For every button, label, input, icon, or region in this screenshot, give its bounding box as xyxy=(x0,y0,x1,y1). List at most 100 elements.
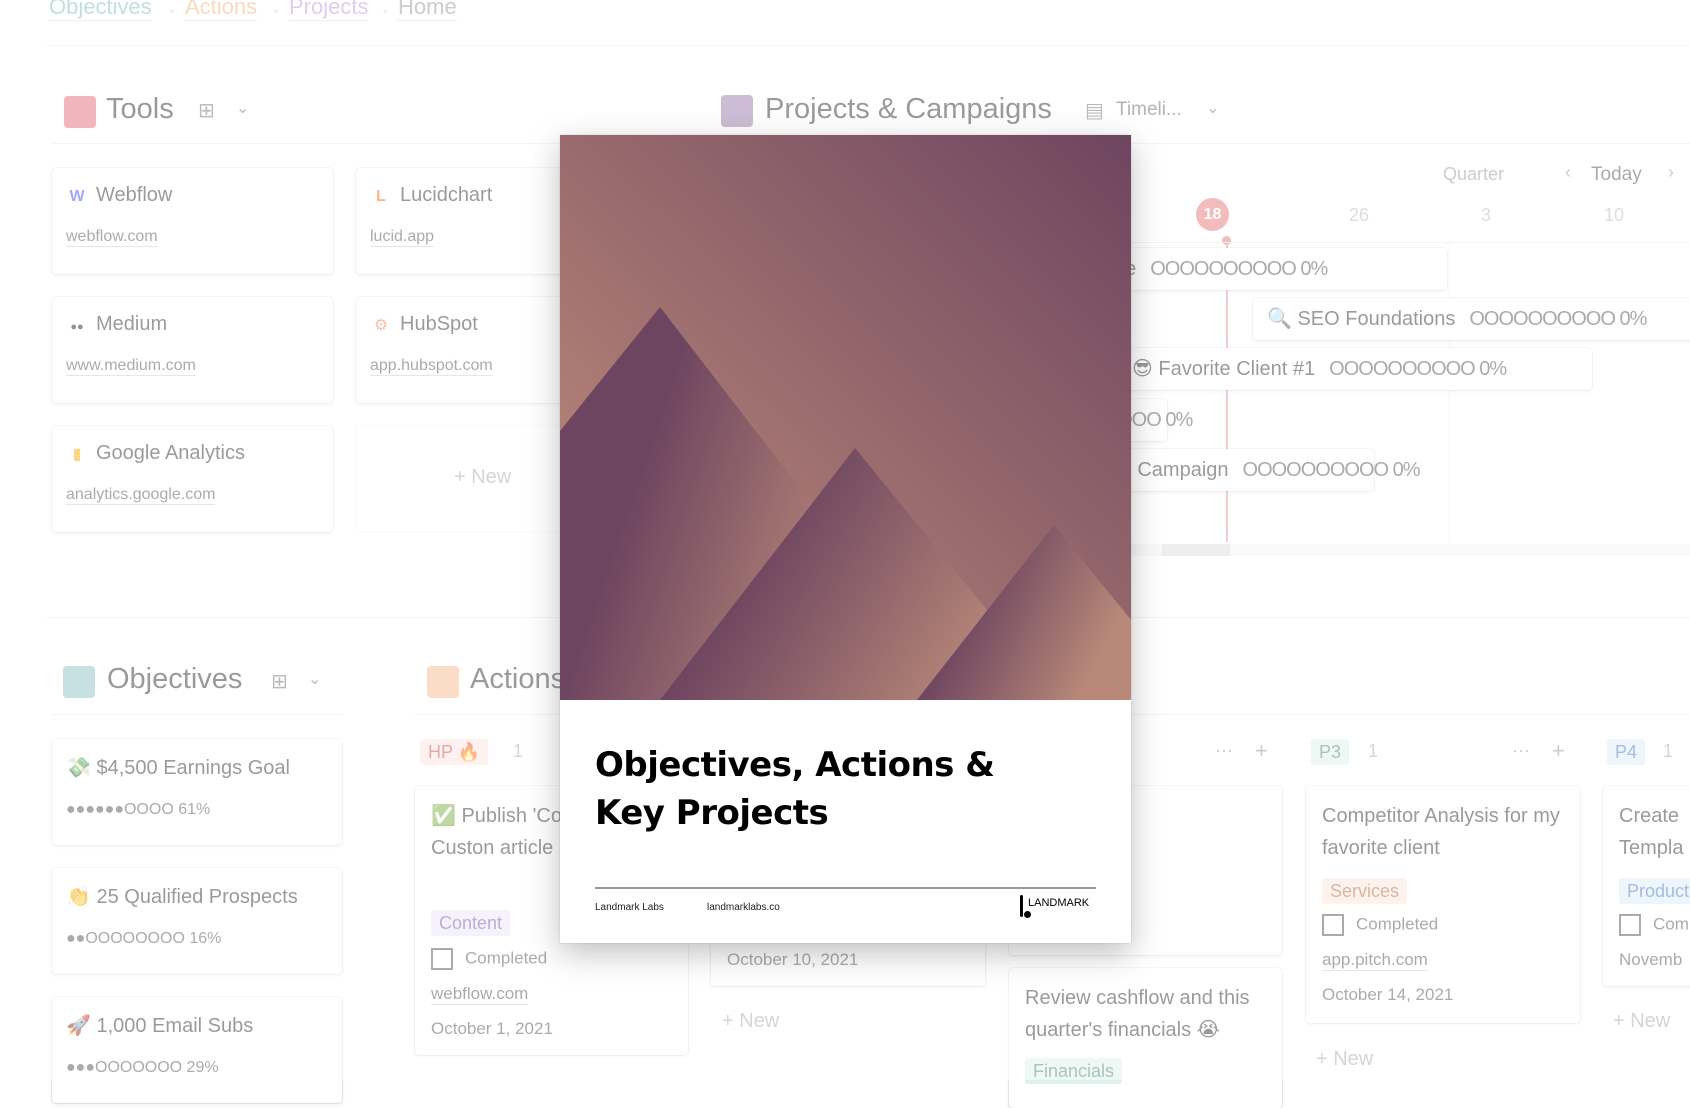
rocket-icon: 🚀 xyxy=(66,1015,91,1037)
grid-line xyxy=(1449,242,1450,542)
clap-icon: 👏 xyxy=(66,886,91,908)
column-count: 1 xyxy=(1663,741,1674,761)
column-count: 1 xyxy=(1368,741,1379,761)
action-title: Review cashflow and this quarter's finan… xyxy=(1025,987,1250,1041)
chevron-down-icon[interactable]: ⌄ xyxy=(1206,98,1219,118)
timeline-bar[interactable]: 🔍 SEO Foundations OOOOOOOOOO 0% xyxy=(1253,298,1690,340)
bar-progress: OOOOOOOOOO 0% xyxy=(1329,358,1507,380)
new-card-button[interactable]: + New xyxy=(722,1010,779,1033)
completed-label: Completed xyxy=(1356,914,1439,934)
action-url[interactable]: app.pitch.com xyxy=(1322,950,1428,971)
tool-card-google-analytics[interactable]: ▮ Google Analytics analytics.google.com xyxy=(52,426,333,532)
view-selector[interactable]: Timeli... xyxy=(1116,99,1182,121)
mountain-illustration xyxy=(560,135,1131,700)
category-tag: Content xyxy=(431,910,511,936)
bar-progress: OOOOOOOOOO 0% xyxy=(1150,258,1328,280)
tool-card-webflow[interactable]: W Webflow webflow.com xyxy=(52,168,333,274)
today-date-marker: 18 xyxy=(1196,198,1229,231)
prev-icon[interactable]: ‹ xyxy=(1565,162,1571,183)
tool-url[interactable]: webflow.com xyxy=(66,228,158,247)
date-label: 3 xyxy=(1481,205,1492,225)
priority-tag-p3: P3 xyxy=(1311,739,1350,765)
action-title: Competitor Analysis for my favorite clie… xyxy=(1322,805,1560,859)
objective-progress: ●●●OOOOOOO 29% xyxy=(66,1059,219,1076)
column-menu-icon[interactable]: ··· xyxy=(1512,740,1530,761)
priority-tag-hp: HP 🔥 xyxy=(420,739,489,765)
action-url[interactable]: webflow.com xyxy=(431,984,529,1005)
action-date: Novemb xyxy=(1619,950,1683,969)
horizontal-scrollbar[interactable] xyxy=(1131,544,1690,556)
breadcrumb-separator: ◦ xyxy=(170,4,175,18)
hubspot-icon: ⚙ xyxy=(373,317,389,334)
objective-card[interactable]: 💸 $4,500 Earnings Goal ●●●●●●OOOO 61% xyxy=(52,739,342,845)
gallery-view-icon[interactable]: ⊞ xyxy=(198,98,215,123)
action-date: October 1, 2021 xyxy=(431,1019,553,1038)
objective-name: $4,500 Earnings Goal xyxy=(96,757,290,779)
tool-name: Webflow xyxy=(96,184,173,206)
google-analytics-icon: ▮ xyxy=(72,446,82,463)
date-label: 10 xyxy=(1604,205,1625,225)
tool-url[interactable]: analytics.google.com xyxy=(66,486,216,505)
magnifier-icon: 🔍 xyxy=(1267,308,1292,330)
scrollbar-thumb[interactable] xyxy=(1162,544,1230,556)
cover-website: landmarklabs.co xyxy=(707,902,780,913)
completed-checkbox[interactable] xyxy=(1619,914,1641,936)
tool-url[interactable]: lucid.app xyxy=(370,228,435,247)
next-icon[interactable]: › xyxy=(1668,162,1674,183)
objective-progress: ●●OOOOOOOO 16% xyxy=(66,930,222,947)
new-label: + New xyxy=(454,466,512,488)
column-menu-icon[interactable]: ··· xyxy=(1215,740,1233,761)
timeline-bar[interactable]: nceOOOOOOOOOO 0% xyxy=(1090,248,1447,290)
tool-name: Medium xyxy=(96,313,168,335)
projects-icon xyxy=(721,95,753,127)
bar-name: Favorite Client #1 xyxy=(1158,358,1316,380)
timeline-bar[interactable]: ers Campaign OOOOOOOOOO 0% xyxy=(1090,449,1421,491)
timeline-view-icon[interactable]: ▤ xyxy=(1085,98,1104,123)
objective-card[interactable]: 🚀 1,000 Email Subs ●●●OOOOOOO 29% xyxy=(52,997,342,1103)
breadcrumb-projects[interactable]: Projects xyxy=(289,0,369,21)
action-card[interactable]: Competitor Analysis for my favorite clie… xyxy=(1306,786,1580,1023)
action-date: October 10, 2021 xyxy=(727,950,859,969)
action-title: Create Templa xyxy=(1619,805,1684,859)
medium-icon: ●● xyxy=(70,321,84,333)
tool-url[interactable]: app.hubspot.com xyxy=(370,357,493,376)
breadcrumb-separator: ◦ xyxy=(383,4,388,18)
category-tag: Product xyxy=(1619,878,1690,904)
completed-checkbox[interactable] xyxy=(431,948,453,970)
breadcrumb-objectives[interactable]: Objectives xyxy=(49,0,152,21)
lucidchart-icon: L xyxy=(376,188,386,205)
action-card[interactable]: Review cashflow and this quarter's finan… xyxy=(1009,968,1282,1108)
breadcrumb-home[interactable]: Home xyxy=(398,0,457,21)
breadcrumb-actions[interactable]: Actions xyxy=(185,0,258,21)
money-icon: 💸 xyxy=(66,757,91,779)
tool-card-medium[interactable]: ●● Medium www.medium.com xyxy=(52,297,333,403)
today-button[interactable]: Today xyxy=(1591,164,1642,186)
objectives-title[interactable]: Objectives xyxy=(107,663,242,696)
completed-label: Com xyxy=(1653,914,1689,934)
priority-tag-p4: P4 xyxy=(1607,739,1646,765)
objectives-icon xyxy=(63,666,95,698)
completed-label: Completed xyxy=(465,948,548,968)
tool-url[interactable]: www.medium.com xyxy=(66,357,196,376)
tool-name: Google Analytics xyxy=(96,442,245,464)
projects-title[interactable]: Projects & Campaigns xyxy=(765,93,1052,126)
new-card-button[interactable]: + New xyxy=(1316,1048,1373,1071)
objective-card[interactable]: 👏 25 Qualified Prospects ●●OOOOOOOO 16% xyxy=(52,868,342,974)
tools-title[interactable]: Tools xyxy=(106,93,174,126)
gallery-view-icon[interactable]: ⊞ xyxy=(271,669,288,694)
toolbox-icon xyxy=(64,96,96,128)
chevron-down-icon[interactable]: ⌄ xyxy=(308,669,321,689)
tool-name: HubSpot xyxy=(400,313,478,335)
completed-checkbox[interactable] xyxy=(1322,914,1344,936)
action-card[interactable]: Create Templa Product Com Novemb xyxy=(1603,786,1690,986)
bar-progress: OOOOOOOOOO 0% xyxy=(1242,459,1421,481)
range-selector[interactable]: Quarter xyxy=(1443,164,1504,185)
timeline-bar[interactable]: 😎 Favorite Client #1 OOOOOOOOOO 0% xyxy=(1118,348,1592,390)
actions-title[interactable]: Actions xyxy=(470,663,565,696)
category-tag: Services xyxy=(1322,878,1408,904)
cover-title: Objectives, Actions & Key Projects xyxy=(595,745,995,833)
add-card-icon[interactable]: + xyxy=(1552,738,1565,764)
chevron-down-icon[interactable]: ⌄ xyxy=(236,98,249,118)
new-card-button[interactable]: + New xyxy=(1613,1010,1670,1033)
add-card-icon[interactable]: + xyxy=(1255,738,1268,764)
